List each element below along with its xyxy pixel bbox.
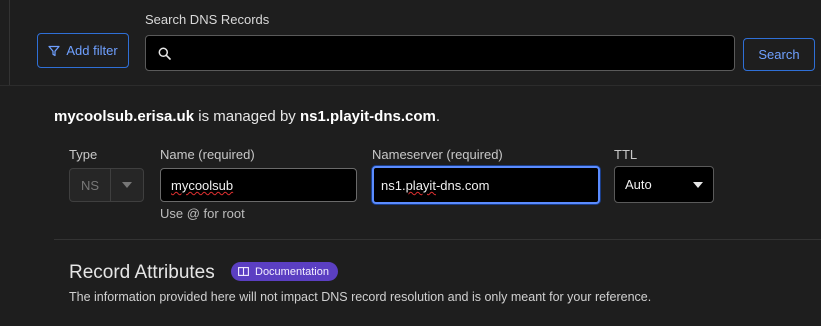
search-label: Search DNS Records xyxy=(145,12,270,27)
add-filter-button[interactable]: Add filter xyxy=(37,33,129,68)
record-attributes-title: Record Attributes xyxy=(69,262,215,283)
documentation-label: Documentation xyxy=(255,265,329,278)
managed-middle: is managed by xyxy=(194,108,300,125)
managed-domain: mycoolsub.erisa.uk xyxy=(54,108,195,125)
nameserver-input[interactable] xyxy=(372,166,600,204)
form-divider xyxy=(54,239,821,240)
section-divider xyxy=(0,85,821,86)
type-caret xyxy=(111,182,143,188)
ttl-label: TTL xyxy=(614,147,638,162)
nameserver-label: Nameserver (required) xyxy=(372,147,503,162)
filter-icon xyxy=(48,45,60,56)
search-field[interactable] xyxy=(145,35,735,71)
search-input[interactable] xyxy=(179,45,719,61)
chevron-down-icon xyxy=(693,181,703,188)
add-filter-label: Add filter xyxy=(66,43,118,58)
ttl-value: Auto xyxy=(625,177,652,192)
search-button[interactable]: Search xyxy=(743,38,815,71)
ttl-select[interactable]: Auto xyxy=(614,166,714,203)
name-label: Name (required) xyxy=(160,147,255,162)
dns-records-page: Add filter Search DNS Records Search myc… xyxy=(0,0,821,326)
managed-nameserver: ns1.playit-dns.com xyxy=(299,108,436,125)
record-attributes-description: The information provided here will not i… xyxy=(69,290,652,304)
book-icon xyxy=(238,267,249,276)
type-select[interactable]: NS xyxy=(69,168,144,202)
managed-notice: mycoolsub.erisa.uk is managed by ns1.pla… xyxy=(54,108,440,125)
type-value: NS xyxy=(70,169,111,201)
type-label: Type xyxy=(69,147,98,162)
managed-suffix: . xyxy=(435,108,441,125)
chevron-down-icon xyxy=(122,182,132,188)
search-icon xyxy=(158,47,171,60)
name-input[interactable] xyxy=(160,168,357,202)
documentation-badge[interactable]: Documentation xyxy=(231,262,338,281)
name-hint: Use @ for root xyxy=(160,206,245,221)
left-divider xyxy=(0,0,10,85)
